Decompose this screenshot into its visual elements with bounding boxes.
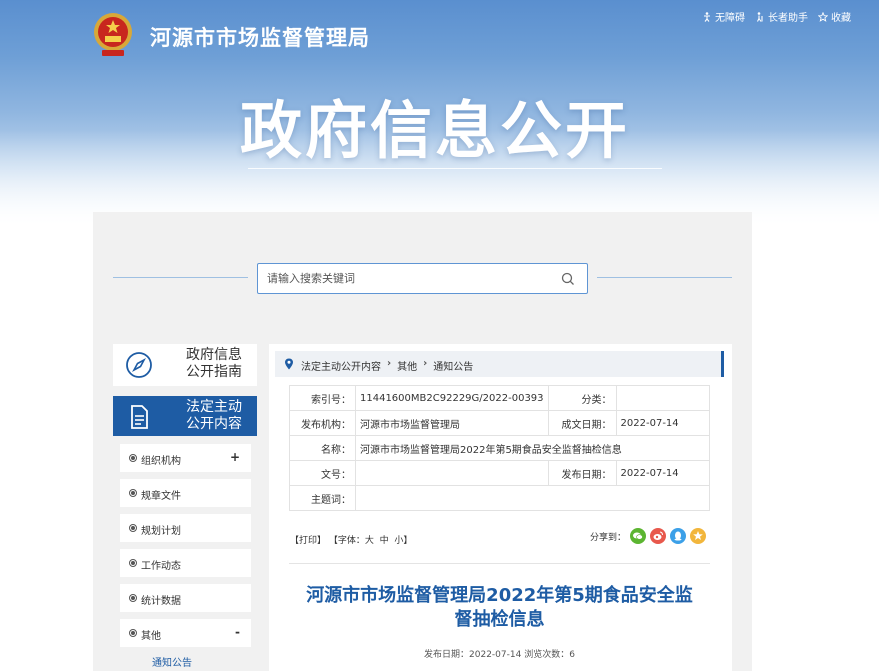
- meta-label: 成文日期：: [547, 410, 617, 436]
- meta-value: [615, 385, 711, 411]
- meta-value: 2022-07-14: [615, 460, 711, 486]
- bullet-icon: [129, 454, 137, 462]
- elder-helper-link[interactable]: 长者助手: [755, 9, 808, 24]
- meta-label: 主题词：: [289, 485, 356, 511]
- breadcrumb: 法定主动公开内容 › 其他 › 通知公告: [275, 351, 724, 377]
- sidebar-item-label: 统计数据: [141, 596, 181, 607]
- national-emblem-icon: [94, 13, 132, 56]
- site-title[interactable]: 河源市市场监督管理局: [150, 22, 370, 52]
- breadcrumb-item[interactable]: 其他: [397, 358, 417, 373]
- sidebar-card-active[interactable]: 法定主动 公开内容: [113, 396, 257, 436]
- table-row: 主题词：: [289, 485, 710, 511]
- article-meta: 发布日期：2022-07-14 浏览次数：6: [289, 647, 710, 660]
- font-size-close: 】: [403, 536, 413, 546]
- chevron-right-icon: ›: [423, 358, 428, 369]
- search-icon[interactable]: [561, 272, 575, 286]
- bullet-icon: [129, 524, 137, 532]
- document-meta-table: 索引号： 11441600MB2C92229G/2022-00393 分类： 发…: [289, 385, 711, 511]
- table-row: 索引号： 11441600MB2C92229G/2022-00393 分类：: [289, 385, 711, 411]
- sidebar-item-plans[interactable]: 规划计划: [120, 514, 251, 542]
- bullet-icon: [129, 489, 137, 497]
- print-button[interactable]: 【打印】: [290, 536, 326, 546]
- accessibility-icon: [704, 11, 710, 22]
- meta-label: 分类：: [547, 385, 617, 411]
- table-row: 文号： 发布日期： 2022-07-14: [289, 460, 711, 486]
- sidebar-item-label: 工作动态: [141, 561, 181, 572]
- sidebar-card-active-line2: 公开内容: [186, 416, 242, 432]
- search-line-right: [597, 277, 732, 278]
- sidebar-card-guide-line2: 公开指南: [186, 364, 242, 380]
- qq-icon[interactable]: [670, 528, 687, 544]
- search-line-left: [113, 277, 248, 278]
- favorite-label: 收藏: [831, 13, 851, 24]
- header-banner: 河源市市场监督管理局 无障碍 长者助手 收藏 政府信息公开: [0, 0, 879, 225]
- bullet-icon: [129, 559, 137, 567]
- elder-helper-label: 长者助手: [768, 13, 808, 24]
- location-pin-icon: [285, 358, 293, 370]
- page-title: 政府信息公开: [240, 94, 631, 167]
- meta-label: 名称：: [289, 435, 356, 461]
- accessibility-link[interactable]: 无障碍: [702, 9, 745, 24]
- compass-icon: [126, 352, 152, 378]
- elder-icon: [757, 11, 763, 22]
- sidebar-item-label: 组织机构: [141, 456, 181, 467]
- wechat-icon[interactable]: [630, 528, 647, 544]
- article-tools: 【打印】 【字体：大 中 小】: [290, 533, 412, 546]
- search-input[interactable]: [258, 264, 548, 293]
- article-title-line1: 河源市市场监督管理局2022年第5期食品安全监: [306, 585, 693, 606]
- weibo-icon[interactable]: [650, 528, 667, 544]
- font-medium-button[interactable]: 中: [380, 536, 389, 546]
- sidebar-card-guide-label: 政府信息 公开指南: [175, 347, 253, 381]
- breadcrumb-item[interactable]: 通知公告: [433, 358, 473, 373]
- bullet-icon: [129, 594, 137, 602]
- meta-value: 河源市市场监督管理局2022年第5期食品安全监督抽检信息: [355, 435, 710, 461]
- meta-value: [355, 460, 549, 486]
- meta-label: 索引号：: [289, 385, 356, 411]
- article-date: 发布日期：2022-07-14: [424, 650, 522, 660]
- content-divider: [289, 563, 710, 564]
- article-views: 浏览次数：6: [524, 650, 575, 660]
- table-row: 名称： 河源市市场监督管理局2022年第5期食品安全监督抽检信息: [289, 435, 710, 461]
- sidebar-item-other[interactable]: 其他 -: [120, 619, 251, 647]
- meta-value: [355, 485, 710, 511]
- font-large-button[interactable]: 大: [365, 536, 374, 546]
- favorite-link[interactable]: 收藏: [818, 9, 851, 24]
- title-underline: [248, 168, 662, 169]
- accessibility-label: 无障碍: [715, 13, 745, 24]
- sidebar-item-label: 其他: [141, 631, 161, 642]
- article-title: 河源市市场监督管理局2022年第5期食品安全监 督抽检信息: [289, 584, 710, 632]
- collapse-icon[interactable]: -: [235, 625, 240, 639]
- table-row: 发布机构： 河源市市场监督管理局 成文日期： 2022-07-14: [289, 410, 711, 436]
- article-title-line2: 督抽检信息: [454, 609, 545, 630]
- search-box: [257, 263, 588, 294]
- meta-label: 发布机构：: [289, 410, 356, 436]
- font-size-label: 【字体：: [328, 536, 365, 546]
- sidebar-subitem-notices[interactable]: 通知公告: [152, 654, 192, 669]
- document-icon: [131, 405, 148, 429]
- sidebar-item-organization[interactable]: 组织机构 +: [120, 444, 251, 472]
- sidebar-card-active-line1: 法定主动: [186, 399, 242, 415]
- sidebar-item-label: 规章文件: [141, 491, 181, 502]
- bullet-icon: [129, 629, 137, 637]
- meta-value: 11441600MB2C92229G/2022-00393: [355, 385, 549, 411]
- top-links: 无障碍 长者助手 收藏: [702, 9, 851, 24]
- sidebar-item-statistics[interactable]: 统计数据: [120, 584, 251, 612]
- breadcrumb-item[interactable]: 法定主动公开内容: [301, 358, 381, 373]
- qzone-icon[interactable]: [690, 528, 707, 544]
- share-label: 分享到：: [590, 532, 627, 543]
- share-bar: 分享到：: [590, 528, 707, 544]
- expand-icon[interactable]: +: [230, 450, 240, 464]
- sidebar-item-label: 规划计划: [141, 526, 181, 537]
- meta-value: 2022-07-14: [615, 410, 711, 436]
- sidebar-card-active-label: 法定主动 公开内容: [175, 399, 253, 433]
- sidebar-card-guide[interactable]: 政府信息 公开指南: [113, 344, 257, 386]
- sidebar-item-regulations[interactable]: 规章文件: [120, 479, 251, 507]
- sidebar-card-guide-line1: 政府信息: [186, 347, 242, 363]
- meta-label: 文号：: [289, 460, 356, 486]
- meta-value: 河源市市场监督管理局: [355, 410, 549, 436]
- star-icon: [818, 11, 828, 22]
- meta-label: 发布日期：: [547, 460, 617, 486]
- chevron-right-icon: ›: [387, 358, 392, 369]
- sidebar-item-news[interactable]: 工作动态: [120, 549, 251, 577]
